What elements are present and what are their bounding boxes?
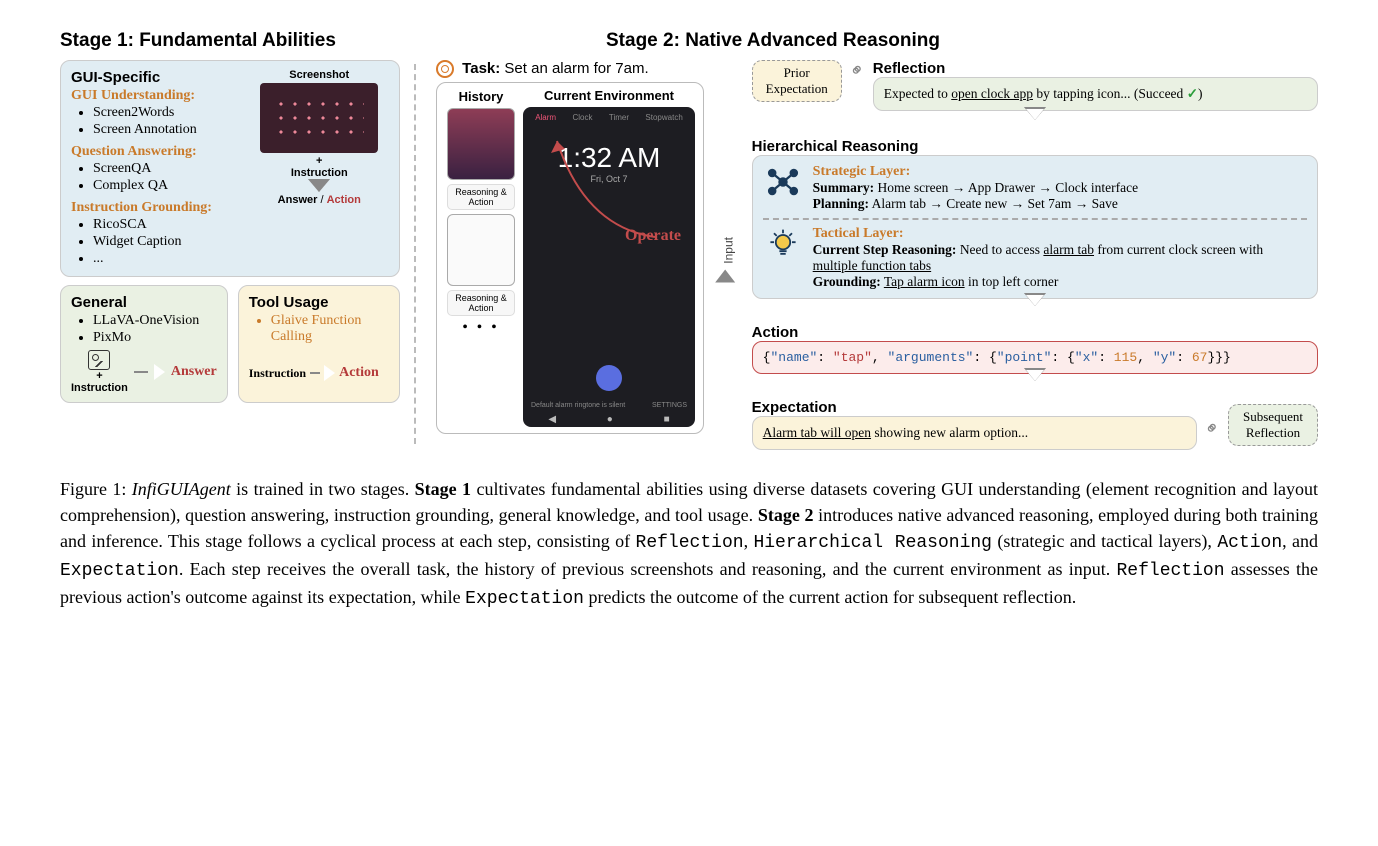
instruction-label: Instruction	[250, 167, 390, 179]
stage-2-column: Stage 2: Native Advanced Reasoning Task:…	[436, 30, 1318, 460]
figure-caption: Figure 1: InfiGUIAgent is trained in two…	[60, 476, 1318, 612]
gui-specific-title: GUI-Specific	[71, 69, 242, 86]
history-dots: • • •	[445, 320, 517, 336]
list-item: Screen2Words	[93, 105, 242, 121]
grounding-head: Instruction Grounding:	[71, 200, 242, 216]
down-arrow-icon	[310, 181, 328, 192]
task-bar: Task: Set an alarm for 7am.	[436, 60, 704, 78]
history-head: History	[445, 89, 517, 104]
screenshot-label: Screenshot	[250, 69, 390, 81]
phone-tab-clock: Clock	[572, 113, 592, 122]
gui-specific-box: GUI-Specific GUI Understanding: Screen2W…	[60, 60, 400, 277]
history-thumb-2	[447, 214, 515, 286]
hier-title: Hierarchical Reasoning	[752, 138, 1318, 155]
graph-icon	[763, 164, 803, 207]
env-head: Current Environment	[523, 89, 695, 103]
task-label: Task:	[462, 60, 500, 77]
history-thumb-1	[447, 108, 515, 180]
task-text: Set an alarm for 7am.	[500, 60, 648, 77]
reasoning-flow: Prior Expectation ⚭ Reflection Expected …	[752, 60, 1318, 460]
list-item: PixMo	[93, 330, 217, 346]
tool-title: Tool Usage	[249, 294, 389, 311]
lightbulb-icon	[763, 226, 803, 269]
stage-1-title: Stage 1: Fundamental Abilities	[60, 30, 400, 52]
general-box: General LLaVA-OneVision PixMo + Instruct…	[60, 285, 228, 403]
instruction-label-2: Instruction	[71, 382, 128, 394]
general-title: General	[71, 294, 217, 311]
list-item: RicoSCA	[93, 217, 242, 233]
phone-date: Fri, Oct 7	[523, 174, 695, 184]
right-arrow-icon	[718, 270, 734, 281]
down-arrow-icon	[1026, 109, 1044, 135]
fab-button	[596, 365, 622, 391]
general-out: Answer	[171, 364, 217, 380]
tool-usage-box: Tool Usage Glaive Function Calling Instr…	[238, 285, 400, 403]
list-item: ScreenQA	[93, 161, 242, 177]
tactical-head: Tactical Layer:	[813, 226, 1307, 242]
image-icon	[88, 350, 110, 370]
list-item: Widget Caption	[93, 234, 242, 250]
down-arrow-icon	[1026, 295, 1044, 321]
right-arrow-icon	[154, 364, 165, 380]
plus-sign: +	[71, 370, 128, 382]
prior-expectation-box: Prior Expectation	[752, 60, 842, 102]
phone-tab-timer: Timer	[609, 113, 629, 122]
stage-1-column: Stage 1: Fundamental Abilities GUI-Speci…	[60, 30, 400, 460]
strategic-head: Strategic Layer:	[813, 164, 1307, 180]
stage-2-title: Stage 2: Native Advanced Reasoning	[606, 30, 1318, 52]
reflection-title: Reflection	[873, 60, 1318, 77]
list-item: Screen Annotation	[93, 122, 242, 138]
reasoning-action-label: Reasoning & Action	[447, 290, 515, 316]
hier-reasoning-box: Strategic Layer: Summary: Home screen → …	[752, 155, 1318, 299]
reflection-box: Expected to open clock app by tapping ic…	[873, 77, 1318, 111]
operate-label: Operate	[625, 227, 681, 245]
expectation-title: Expectation	[752, 399, 1197, 416]
grounding-list: RicoSCA Widget Caption ...	[71, 217, 242, 267]
qa-head: Question Answering:	[71, 144, 242, 160]
figure-1: Stage 1: Fundamental Abilities GUI-Speci…	[60, 30, 1318, 460]
action-title: Action	[752, 324, 1318, 341]
down-arrow-icon	[1026, 370, 1044, 396]
list-item: Glaive Function Calling	[271, 313, 389, 345]
input-vertical-label: Input	[720, 237, 736, 283]
plus-label: +	[250, 155, 390, 167]
stage-divider	[414, 64, 416, 444]
reasoning-action-label: Reasoning & Action	[447, 184, 515, 210]
list-item: LLaVA-OneVision	[93, 313, 217, 329]
chain-link-icon: ⚭	[1200, 416, 1226, 442]
list-item: ...	[93, 251, 242, 267]
tool-in: Instruction	[249, 366, 306, 381]
right-arrow-icon	[324, 365, 335, 381]
phone-screenshot: Alarm Clock Timer Stopwatch 1:32 AM Fri,…	[523, 107, 695, 427]
nav-back-icon: ◀	[548, 414, 556, 425]
gui-understanding-list: Screen2Words Screen Annotation	[71, 105, 242, 138]
tool-out: Action	[339, 365, 379, 381]
answer-action-label: Answer / Action	[250, 194, 390, 206]
desktop-screenshot-thumb	[260, 83, 378, 153]
check-icon: ✓	[1187, 86, 1198, 101]
phone-tab-stopwatch: Stopwatch	[645, 113, 682, 122]
list-item: Complex QA	[93, 178, 242, 194]
phone-tab-alarm: Alarm	[535, 113, 556, 122]
nav-home-icon: ●	[607, 414, 613, 425]
history-env-panel: History Reasoning & Action Reasoning & A…	[436, 82, 704, 434]
phone-time: 1:32 AM	[523, 142, 695, 174]
h-divider	[763, 218, 1307, 220]
phone-foot-right: SETTINGS	[652, 402, 687, 409]
phone-foot-left: Default alarm ringtone is silent	[531, 402, 625, 409]
subsequent-reflection-box: Subsequent Reflection	[1228, 404, 1318, 446]
gui-understanding-head: GUI Understanding:	[71, 88, 242, 104]
chain-link-icon: ⚭	[844, 58, 870, 84]
qa-list: ScreenQA Complex QA	[71, 161, 242, 194]
expectation-box: Alarm tab will open showing new alarm op…	[752, 416, 1197, 450]
nav-recent-icon: ■	[664, 414, 670, 425]
target-icon	[436, 60, 454, 78]
history-env-wrapper: Task: Set an alarm for 7am. History Reas…	[436, 60, 704, 460]
